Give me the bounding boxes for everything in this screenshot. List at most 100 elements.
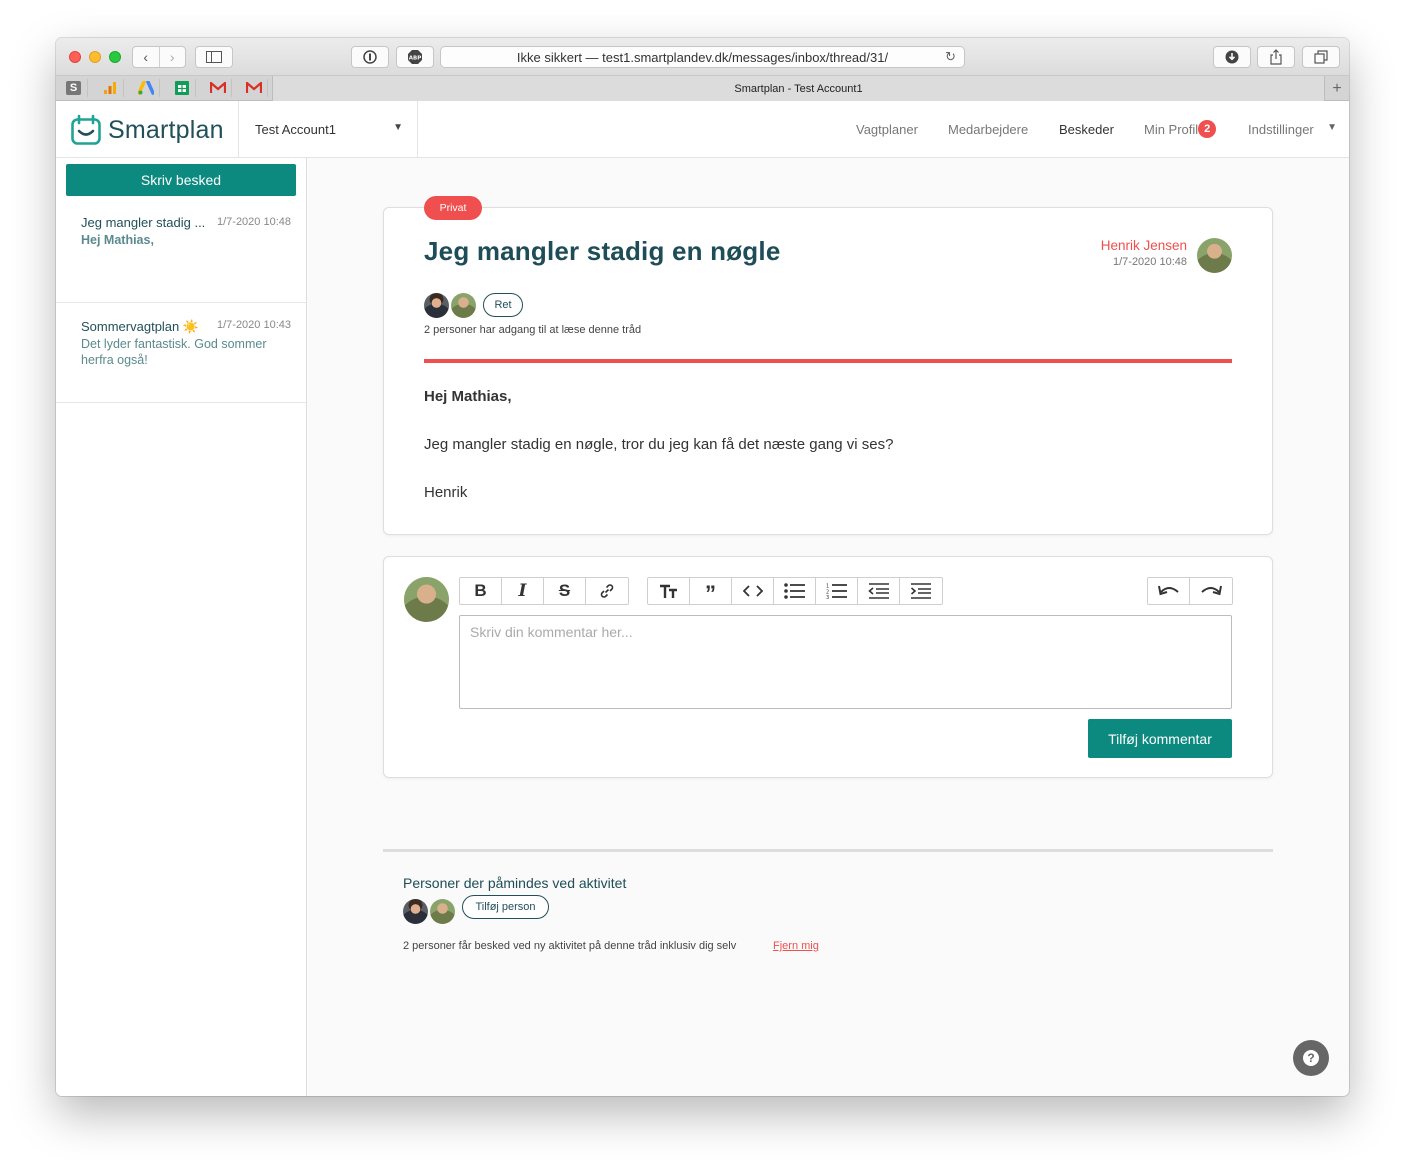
history-toolbar bbox=[1147, 577, 1233, 605]
back-icon[interactable]: ‹ bbox=[133, 47, 159, 67]
history-nav: ‹ › bbox=[132, 46, 186, 68]
heading-icon[interactable] bbox=[648, 578, 690, 604]
tab-title-text: Smartplan - Test Account1 bbox=[734, 82, 863, 95]
sun-emoji: ☀️ bbox=[182, 319, 200, 334]
tab-bar: S Smartplan - Test Account1 + bbox=[56, 76, 1349, 101]
browser-window: ‹ › ABP Ikke sikkert — test1.smartplande… bbox=[56, 38, 1349, 1096]
nav-settings[interactable]: Indstillinger bbox=[1248, 101, 1314, 157]
active-tab[interactable]: Smartplan - Test Account1 bbox=[272, 76, 1324, 101]
question-icon: ? bbox=[1303, 1050, 1319, 1066]
thread-date: 1/7-2020 10:48 bbox=[216, 216, 291, 228]
logo-text: Smartplan bbox=[108, 115, 224, 144]
account-selector[interactable]: Test Account1 ▼ bbox=[238, 101, 418, 157]
message-title: Jeg mangler stadig en nøgle bbox=[424, 236, 781, 266]
numbered-list-icon[interactable]: 123 bbox=[816, 578, 858, 604]
author-avatar bbox=[1197, 238, 1232, 273]
compose-button[interactable]: Skriv besked bbox=[66, 164, 296, 196]
format-toolbar: B I S bbox=[459, 577, 629, 605]
forward-icon[interactable]: › bbox=[158, 47, 186, 67]
strikethrough-icon[interactable]: S bbox=[544, 578, 586, 604]
undo-icon[interactable] bbox=[1148, 578, 1190, 604]
share-icon bbox=[1270, 49, 1282, 65]
message-body: Jeg mangler stadig en nøgle, tror du jeg… bbox=[424, 436, 894, 453]
reload-icon[interactable]: ↻ bbox=[945, 49, 956, 65]
zoom-window-button[interactable] bbox=[109, 51, 121, 63]
account-name: Test Account1 bbox=[255, 121, 336, 137]
favorite-gmail-2-icon[interactable] bbox=[240, 79, 268, 97]
nav-settings-label: Indstillinger bbox=[1248, 121, 1314, 137]
author-name[interactable]: Henrik Jensen bbox=[1101, 238, 1187, 253]
thread-snippet: Hej Mathias, bbox=[81, 233, 154, 247]
message-date: 1/7-2020 10:48 bbox=[1112, 256, 1187, 268]
tab-overview-button[interactable] bbox=[1302, 46, 1340, 68]
thread-title: Jeg mangler stadig ... bbox=[81, 215, 206, 230]
outdent-icon[interactable] bbox=[858, 578, 900, 604]
favorite-ads-icon[interactable] bbox=[132, 79, 160, 97]
svg-text:3: 3 bbox=[826, 595, 829, 599]
indent-icon[interactable] bbox=[900, 578, 942, 604]
access-info: 2 personer har adgang til at læse denne … bbox=[424, 324, 642, 336]
nav-shifts[interactable]: Vagtplaner bbox=[856, 101, 918, 157]
sidebar-toggle-button[interactable] bbox=[195, 46, 233, 68]
nav-profile-label: Min Profil bbox=[1144, 121, 1199, 137]
comment-input[interactable]: Skriv din kommentar her... bbox=[459, 615, 1232, 709]
favorite-analytics-icon[interactable] bbox=[96, 79, 124, 97]
reminders-info: 2 personer får besked ved ny aktivitet p… bbox=[403, 940, 737, 952]
nav-messages-label: Beskeder bbox=[1059, 121, 1114, 137]
avatar bbox=[451, 293, 476, 318]
italic-icon[interactable]: I bbox=[502, 578, 544, 604]
thread-title: Sommervagtplan ☀️ bbox=[81, 319, 200, 334]
quote-icon[interactable]: ” bbox=[690, 578, 732, 606]
logo[interactable]: Smartplan bbox=[70, 113, 224, 147]
thread-list: Skriv besked Jeg mangler stadig ... 1/7-… bbox=[56, 158, 307, 1096]
share-button[interactable] bbox=[1257, 46, 1295, 68]
favorite-gmail-icon[interactable] bbox=[204, 79, 232, 97]
thread-item[interactable]: Sommervagtplan ☀️ 1/7-2020 10:43 Det lyd… bbox=[56, 303, 306, 403]
close-window-button[interactable] bbox=[69, 51, 81, 63]
address-bar[interactable]: Ikke sikkert — test1.smartplandev.dk/mes… bbox=[440, 46, 965, 68]
caret-down-icon: ▼ bbox=[393, 122, 403, 133]
add-person-button[interactable]: Tilføj person bbox=[462, 895, 549, 919]
add-comment-button[interactable]: Tilføj kommentar bbox=[1088, 719, 1232, 758]
help-button[interactable]: ? bbox=[1293, 1040, 1329, 1076]
redo-icon[interactable] bbox=[1190, 578, 1232, 604]
favorite-s-icon[interactable]: S bbox=[60, 79, 88, 97]
nav-profile[interactable]: Min Profil 2 bbox=[1144, 101, 1217, 157]
remove-me-link[interactable]: Fjern mig bbox=[773, 940, 819, 952]
message-signature: Henrik bbox=[424, 484, 468, 501]
minimize-window-button[interactable] bbox=[89, 51, 101, 63]
password-manager-button[interactable] bbox=[351, 46, 389, 68]
message-greeting: Hej Mathias, bbox=[424, 388, 512, 405]
comment-placeholder: Skriv din kommentar her... bbox=[470, 624, 633, 640]
password-manager-icon bbox=[363, 50, 377, 64]
settings-caret-icon[interactable]: ▼ bbox=[1327, 122, 1337, 133]
app-header: Smartplan Test Account1 ▼ Vagtplaner Med… bbox=[56, 101, 1349, 158]
favorite-sheets-icon[interactable] bbox=[168, 79, 196, 97]
download-icon bbox=[1225, 50, 1239, 64]
bullet-list-icon[interactable] bbox=[774, 578, 816, 604]
avatar bbox=[403, 899, 428, 924]
nav-messages[interactable]: Beskeder bbox=[1059, 101, 1114, 157]
code-icon[interactable] bbox=[732, 578, 774, 604]
plus-icon: + bbox=[1332, 79, 1342, 97]
new-tab-button[interactable]: + bbox=[1324, 76, 1349, 101]
divider bbox=[424, 359, 1232, 363]
bold-icon[interactable]: B bbox=[460, 578, 502, 604]
thread-item[interactable]: Jeg mangler stadig ... 1/7-2020 10:48 He… bbox=[56, 202, 306, 303]
adblock-button[interactable]: ABP bbox=[396, 46, 434, 68]
nav-employees-label: Medarbejdere bbox=[948, 121, 1029, 137]
avatar bbox=[424, 293, 449, 318]
reminders-title: Personer der påmindes ved aktivitet bbox=[403, 875, 627, 891]
link-icon[interactable] bbox=[586, 578, 628, 604]
comment-card: B I S ” 123 Skriv din kommentar her... T… bbox=[383, 556, 1273, 778]
tabs-icon bbox=[1314, 50, 1328, 64]
downloads-button[interactable] bbox=[1213, 46, 1251, 68]
avatar bbox=[430, 899, 455, 924]
block-toolbar: ” 123 bbox=[647, 577, 943, 606]
calendar-smile-icon bbox=[71, 114, 101, 145]
section-divider bbox=[383, 849, 1273, 852]
edit-access-button[interactable]: Ret bbox=[483, 293, 523, 317]
nav-employees[interactable]: Medarbejdere bbox=[948, 101, 1028, 157]
adblock-icon: ABP bbox=[408, 50, 422, 64]
thread-snippet: Det lyder fantastisk. God sommer herfra … bbox=[81, 337, 267, 367]
